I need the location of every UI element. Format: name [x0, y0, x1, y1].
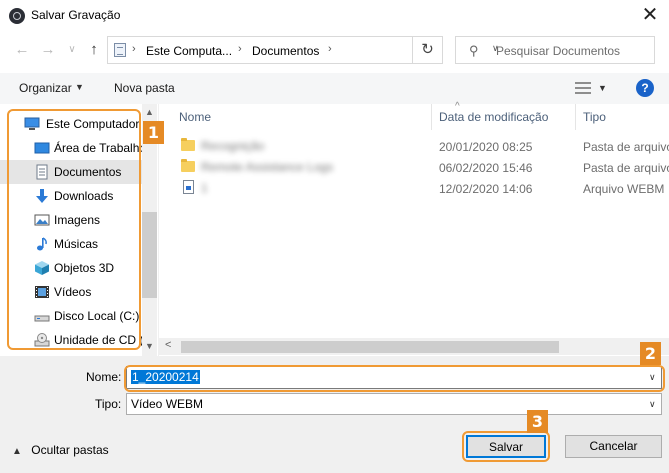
close-button[interactable]: ✕ [633, 2, 667, 30]
file-date: 06/02/2020 15:46 [439, 161, 533, 175]
file-type-value: Vídeo WEBM [131, 397, 204, 411]
cancel-button[interactable]: Cancelar [565, 435, 662, 458]
window-title: Salvar Gravação [31, 8, 121, 22]
folder-icon [181, 159, 195, 172]
annotation-badge-3: 3 [527, 410, 548, 433]
forward-button[interactable]: → [38, 40, 58, 60]
column-divider[interactable] [431, 104, 432, 130]
help-icon[interactable]: ? [636, 79, 654, 97]
hide-folders-label: Ocultar pastas [31, 443, 109, 457]
breadcrumb-this-pc[interactable]: Este Computa... [146, 44, 232, 58]
file-date: 20/01/2020 08:25 [439, 140, 533, 154]
file-name-label: Nome: [86, 370, 122, 384]
file-type-label: Tipo: [95, 397, 122, 411]
file-name: 1 [201, 181, 208, 195]
file-name: Recognição [201, 139, 265, 153]
search-box[interactable]: ⚲ Pesquisar Documentos [455, 36, 655, 64]
recent-locations-button[interactable]: ∨ [62, 40, 82, 60]
breadcrumb-documents[interactable]: Documentos [252, 44, 319, 58]
file-type-select[interactable]: Vídeo WEBM ∨ [126, 393, 662, 415]
annotation-badge-2: 2 [640, 342, 661, 365]
annotation-box-navigation [7, 109, 141, 350]
chevron-down-icon[interactable]: ▼ [598, 83, 607, 93]
organize-button[interactable]: Organizar [19, 81, 72, 95]
file-date: 12/02/2020 14:06 [439, 182, 533, 196]
chevron-up-icon: ▲ [12, 446, 22, 457]
scroll-up-icon[interactable]: ▲ [145, 107, 154, 117]
command-toolbar: Organizar ▼ Nova pasta ▼ [0, 73, 669, 104]
file-name: Remote Assistance Logs [201, 160, 334, 174]
refresh-button[interactable]: ↻ [412, 36, 442, 64]
breadcrumb-separator: › [132, 43, 136, 55]
file-row[interactable]: 1 12/02/2020 14:06 Arquivo WEBM [159, 178, 669, 199]
search-placeholder[interactable]: Pesquisar Documentos [496, 44, 620, 58]
column-header-name[interactable]: Nome [179, 110, 211, 124]
column-divider[interactable] [575, 104, 576, 130]
hide-folders-button[interactable]: ▲ Ocultar pastas [12, 443, 109, 457]
view-options-icon[interactable] [575, 81, 591, 95]
title-bar: Salvar Gravação ✕ [0, 0, 669, 32]
annotation-badge-1: 1 [143, 121, 164, 144]
video-file-icon [183, 180, 194, 194]
file-row[interactable]: Recognição 20/01/2020 08:25 Pasta de arq… [159, 136, 669, 157]
address-bar[interactable]: › Este Computa... › Documentos › ∨ [107, 36, 499, 64]
new-folder-button[interactable]: Nova pasta [114, 81, 175, 95]
chevron-down-icon[interactable]: ∨ [649, 399, 656, 410]
back-button[interactable]: ← [12, 40, 32, 60]
file-row[interactable]: Remote Assistance Logs 06/02/2020 15:46 … [159, 157, 669, 178]
breadcrumb-separator[interactable]: › [238, 43, 242, 55]
navigation-scrollbar-thumb[interactable] [142, 212, 157, 298]
search-icon: ⚲ [469, 43, 479, 58]
app-icon [9, 8, 25, 24]
up-button[interactable]: ↑ [84, 40, 104, 60]
annotation-box-file-name [124, 365, 665, 392]
scroll-left-icon[interactable]: < [165, 339, 171, 351]
horizontal-scrollbar-thumb[interactable] [181, 341, 559, 353]
folder-icon [181, 138, 195, 151]
breadcrumb-separator[interactable]: › [328, 43, 332, 55]
scroll-down-icon[interactable]: ▼ [145, 341, 154, 351]
address-documents-icon [114, 43, 126, 57]
column-header-date[interactable]: Data de modificação [439, 110, 548, 124]
file-list: ^ Nome Data de modificação Tipo Recogniç… [159, 101, 669, 356]
annotation-box-save [462, 431, 550, 462]
chevron-down-icon[interactable]: ▼ [75, 82, 84, 92]
column-header-type[interactable]: Tipo [583, 110, 606, 124]
file-type: Pasta de arquivo [583, 140, 669, 154]
file-type: Arquivo WEBM [583, 182, 665, 196]
file-type: Pasta de arquivo [583, 161, 669, 175]
